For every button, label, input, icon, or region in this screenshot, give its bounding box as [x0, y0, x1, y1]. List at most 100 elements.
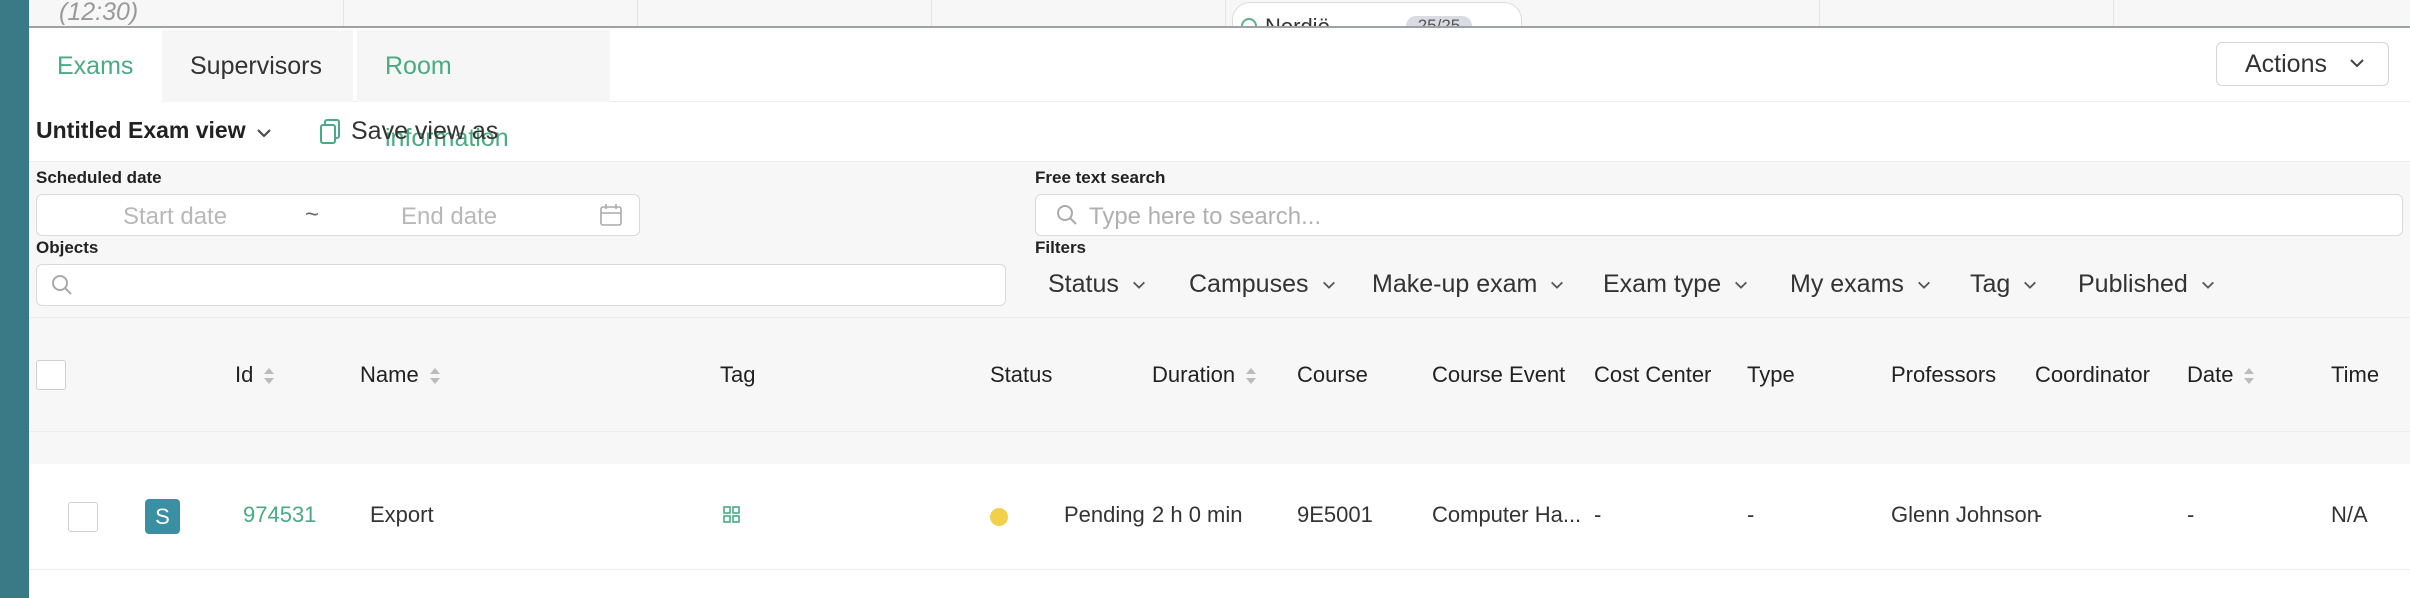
- column-header-date[interactable]: Date: [2187, 362, 2255, 388]
- tab-bar: Exams Supervisors Room information Actio…: [29, 30, 2410, 152]
- objects-input[interactable]: [36, 264, 1006, 306]
- filter-my-exams-dropdown[interactable]: My exams: [1790, 270, 1932, 299]
- select-all-checkbox[interactable]: [36, 360, 66, 390]
- filters-label: Filters: [1035, 238, 1087, 257]
- column-header-status: Status: [990, 362, 1053, 387]
- column-header-professors: Professors: [1891, 362, 1997, 387]
- filter-label: Exam type: [1603, 270, 1722, 298]
- calendar-icon[interactable]: [599, 203, 623, 227]
- row-date: -: [2187, 502, 2195, 527]
- row-duration: 2 h 0 min: [1152, 502, 1243, 527]
- grid-line: [2113, 0, 2114, 26]
- status-dot-icon: [990, 508, 1008, 526]
- row-course: 9E5001: [1297, 502, 1373, 527]
- row-status: Pending: [1064, 502, 1145, 527]
- filter-campuses-dropdown[interactable]: Campuses: [1189, 270, 1337, 299]
- copy-icon[interactable]: [319, 118, 341, 146]
- column-header-id[interactable]: Id: [235, 362, 275, 388]
- grid-line: [343, 0, 344, 26]
- grid-line: [637, 0, 638, 26]
- left-rail: [0, 0, 29, 598]
- row-checkbox[interactable]: [68, 502, 98, 532]
- filter-tag-dropdown[interactable]: Tag: [1970, 270, 2038, 299]
- chevron-down-icon: [1132, 282, 1145, 290]
- sort-icon[interactable]: [2243, 365, 2255, 387]
- row-name: Export: [370, 502, 434, 527]
- tab-room-information[interactable]: Room information: [357, 30, 610, 152]
- view-bar: Untitled Exam view Save view as: [29, 102, 2410, 162]
- main-panel: (12:30) Nordiö... 25/25 Exams Supervisor…: [29, 0, 2410, 598]
- grid-line: [1225, 0, 1226, 26]
- card-status-icon: [1241, 18, 1257, 26]
- chevron-down-icon: [1735, 282, 1748, 290]
- search-icon: [1057, 205, 1077, 225]
- column-header-coordinator: Coordinator: [2035, 362, 2150, 387]
- sort-icon[interactable]: [263, 365, 275, 387]
- card-text: Nordiö...: [1265, 14, 1349, 28]
- card-count-badge: 25/25: [1406, 16, 1472, 26]
- column-header-name[interactable]: Name: [360, 362, 441, 388]
- objects-label: Objects: [36, 238, 99, 257]
- date-range-picker[interactable]: Start date ~ End date: [36, 194, 640, 236]
- save-view-as-button[interactable]: Save view as: [351, 117, 498, 146]
- chevron-down-icon: [2350, 59, 2364, 68]
- column-header-cost-center: Cost Center: [1594, 362, 1712, 387]
- filter-exam-type-dropdown[interactable]: Exam type: [1603, 270, 1749, 299]
- row-course-event: Computer Ha...: [1432, 502, 1582, 527]
- column-label: Duration: [1152, 362, 1236, 387]
- chevron-down-icon: [1917, 282, 1930, 290]
- row-id-link[interactable]: 974531: [243, 502, 316, 528]
- filter-makeup-exam-dropdown[interactable]: Make-up exam: [1372, 270, 1565, 299]
- column-header-course-event: Course Event: [1432, 362, 1566, 387]
- filter-label: Published: [2078, 270, 2188, 298]
- filter-label: Tag: [1970, 270, 2011, 298]
- filter-panel: Scheduled date Start date ~ End date Fre…: [29, 162, 2410, 318]
- date-separator: ~: [305, 201, 320, 228]
- start-date-field[interactable]: Start date: [123, 203, 227, 231]
- row-coordinator: -: [2035, 502, 2043, 527]
- search-placeholder: Type here to search...: [1089, 203, 1322, 230]
- filter-label: My exams: [1790, 270, 1904, 298]
- free-text-search-input[interactable]: Type here to search...: [1035, 194, 2403, 236]
- table-spacer: [29, 432, 2410, 464]
- row-type-badge: S: [145, 499, 180, 534]
- filter-label: Campuses: [1189, 270, 1309, 298]
- sort-icon[interactable]: [429, 365, 441, 387]
- grid-line: [1819, 0, 1820, 26]
- filter-published-dropdown[interactable]: Published: [2078, 270, 2216, 299]
- column-header-duration[interactable]: Duration: [1152, 362, 1257, 388]
- scheduled-date-label: Scheduled date: [36, 168, 162, 187]
- row-time: N/A: [2331, 502, 2368, 527]
- search-icon: [52, 275, 72, 295]
- column-header-tag: Tag: [720, 362, 756, 387]
- row-type: -: [1747, 502, 1755, 527]
- table-row[interactable]: S 974531 Export Pending 2 h 0 min 9E5001…: [29, 464, 2410, 570]
- column-header-course: Course: [1297, 362, 1368, 387]
- tab-exams[interactable]: Exams: [29, 30, 162, 102]
- column-label: Id: [235, 362, 254, 387]
- column-header-type: Type: [1747, 362, 1795, 387]
- filter-status-dropdown[interactable]: Status: [1048, 270, 1147, 299]
- table-header: Id Name Tag Status Duration Course Cours…: [29, 318, 2410, 432]
- free-text-search-label: Free text search: [1035, 168, 1166, 187]
- schedule-time-text: (12:30): [59, 0, 139, 26]
- actions-button[interactable]: Actions: [2216, 42, 2389, 86]
- filter-label: Make-up exam: [1372, 270, 1538, 298]
- actions-label: Actions: [2245, 50, 2327, 78]
- column-header-time: Time: [2331, 362, 2380, 387]
- background-schedule-strip: (12:30) Nordiö... 25/25: [29, 0, 2410, 28]
- view-name[interactable]: Untitled Exam view: [36, 117, 246, 144]
- tag-grid-icon[interactable]: [723, 506, 741, 524]
- chevron-down-icon: [2024, 282, 2037, 290]
- sort-icon[interactable]: [1245, 365, 1257, 387]
- column-label: Date: [2187, 362, 2234, 387]
- chevron-down-icon[interactable]: [255, 124, 273, 142]
- end-date-field[interactable]: End date: [401, 203, 497, 231]
- chevron-down-icon: [1551, 282, 1564, 290]
- chevron-down-icon: [1322, 282, 1335, 290]
- grid-line: [931, 0, 932, 26]
- tab-supervisors[interactable]: Supervisors: [162, 30, 353, 102]
- chevron-down-icon: [2201, 282, 2214, 290]
- row-cost-center: -: [1594, 502, 1602, 527]
- filter-label: Status: [1048, 270, 1119, 298]
